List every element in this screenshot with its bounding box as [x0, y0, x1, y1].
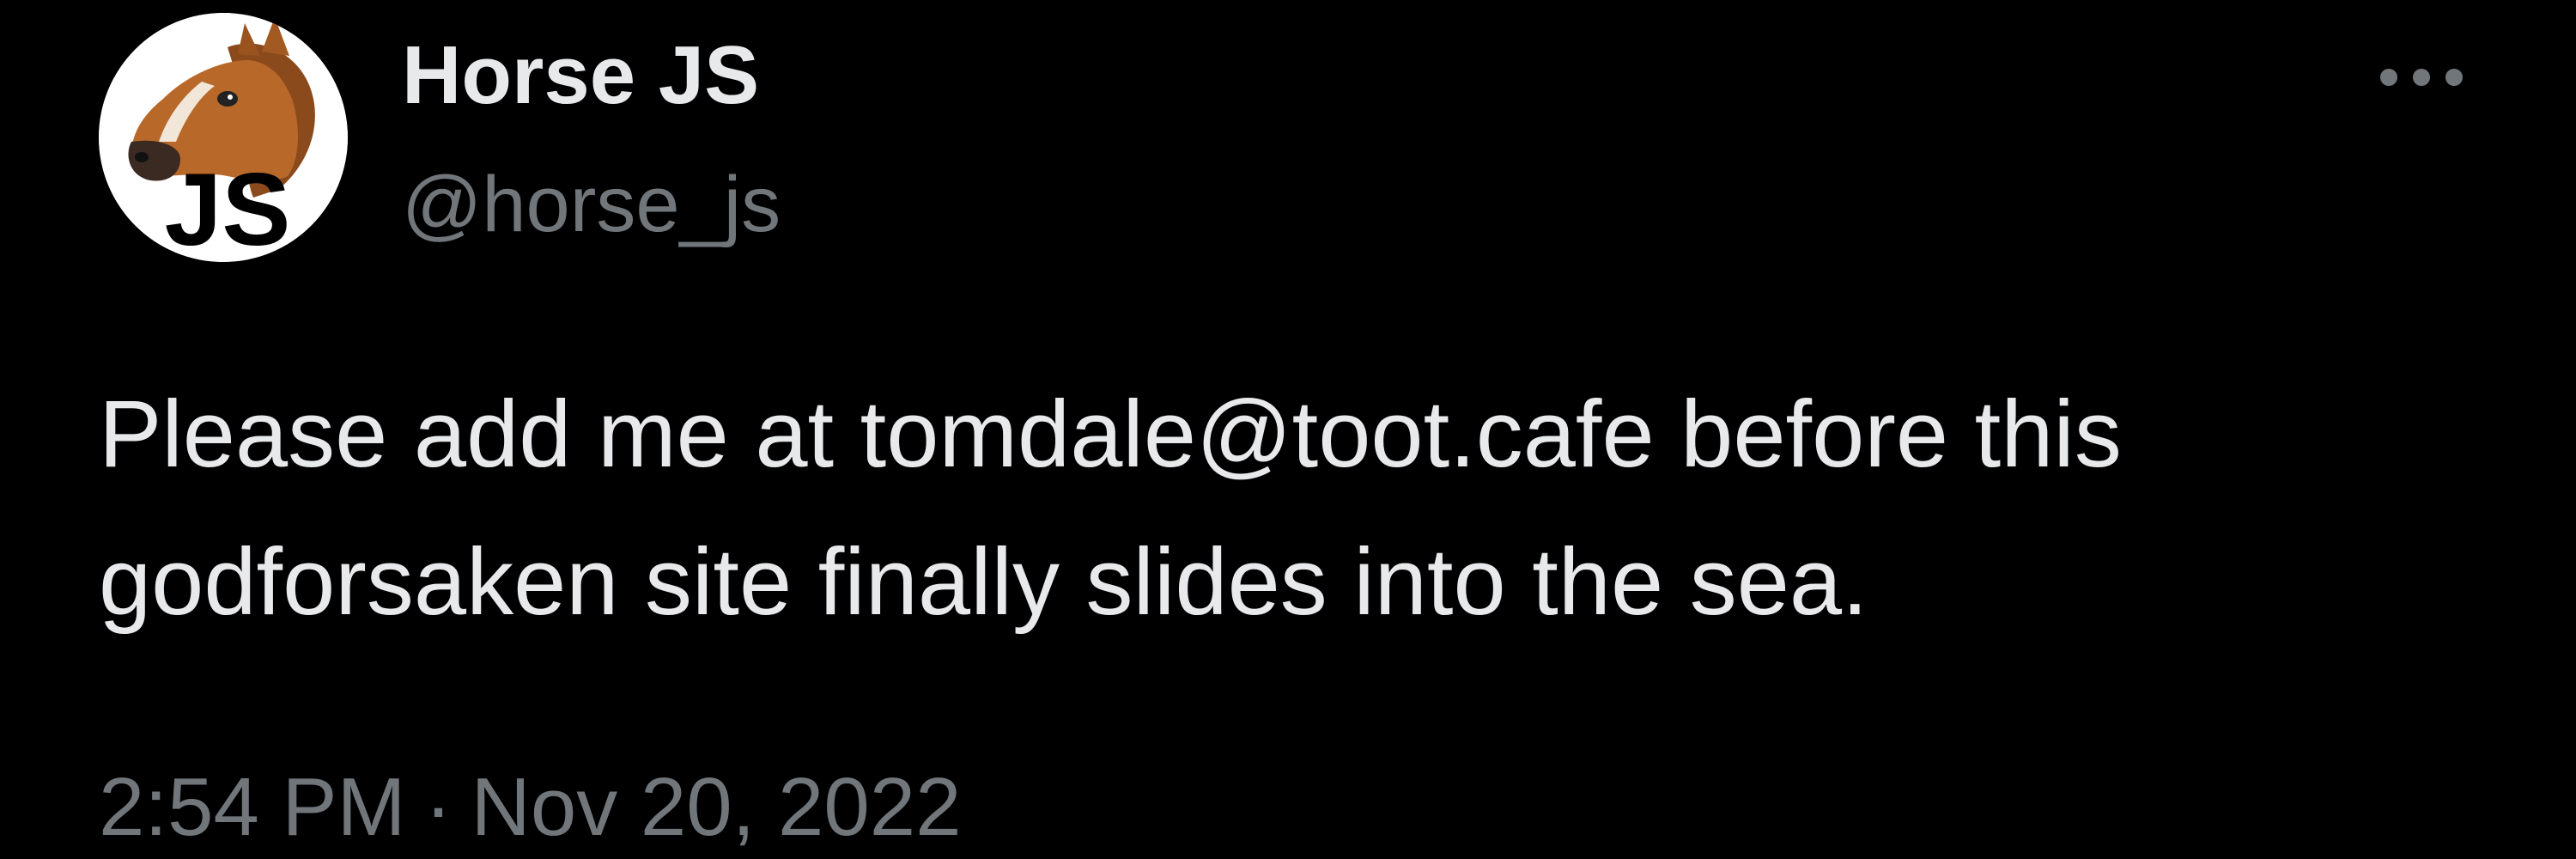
author-display-name[interactable]: Horse JS [402, 24, 759, 127]
tweet-card: JS Horse JS @horse_js Please add me at t… [0, 0, 2576, 859]
horse-head-js-avatar-icon: JS [99, 13, 348, 262]
tweet-timestamp[interactable]: 2:54 PM · Nov 20, 2022 [99, 756, 962, 859]
more-options-button[interactable] [2370, 52, 2473, 103]
author-avatar[interactable]: JS [99, 13, 348, 262]
tweet-text-line: godforsaken site finally slides into the… [99, 529, 1868, 635]
avatar-js-letters: JS [165, 152, 291, 262]
more-horizontal-icon [2380, 69, 2463, 86]
tweet-time: 2:54 PM [99, 761, 406, 853]
tweet-date: Nov 20, 2022 [471, 761, 962, 853]
author-handle[interactable]: @horse_js [402, 153, 781, 256]
tweet-text-line: Please add me at tomdale@toot.cafe befor… [99, 381, 2122, 487]
timestamp-separator: · [424, 761, 453, 853]
tweet-text: Please add me at tomdale@toot.cafe befor… [99, 361, 2503, 656]
